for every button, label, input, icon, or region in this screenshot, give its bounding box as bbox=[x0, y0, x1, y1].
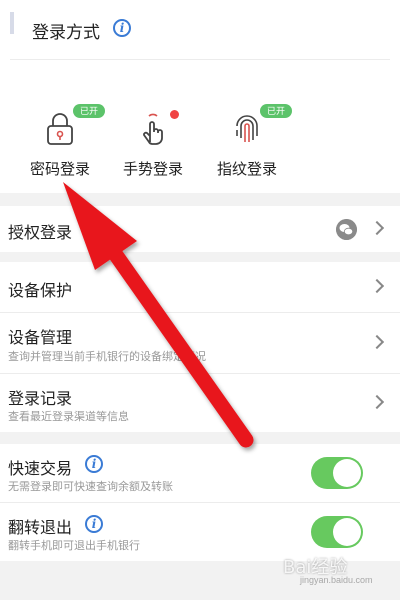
fingerprint-icon bbox=[236, 115, 258, 142]
login-methods-card: 登录方式 i 已开通 密码登录 手势登录 已开通 指纹登录 bbox=[0, 0, 400, 193]
row-subtitle: 查询并管理当前手机银行的设备绑定情况 bbox=[8, 351, 206, 363]
notification-dot bbox=[170, 110, 179, 119]
login-records-row[interactable]: 登录记录 查看最近登录渠道等信息 bbox=[0, 374, 400, 432]
chevron-right-icon bbox=[369, 278, 385, 294]
row-title: 授权登录 bbox=[8, 225, 73, 242]
info-icon[interactable]: i bbox=[113, 19, 131, 37]
section-header: 登录方式 i bbox=[10, 0, 390, 60]
row-title: 快速交易 bbox=[8, 461, 73, 478]
quick-trade-toggle[interactable] bbox=[311, 457, 363, 489]
page-title: 登录方式 bbox=[32, 23, 100, 42]
row-subtitle: 查看最近登录渠道等信息 bbox=[8, 411, 129, 423]
chevron-right-icon bbox=[369, 220, 385, 236]
gesture-icon bbox=[143, 113, 163, 145]
toggle-knob bbox=[333, 459, 361, 487]
gesture-login-option[interactable]: 手势登录 bbox=[108, 104, 198, 184]
row-title: 登录记录 bbox=[8, 391, 73, 408]
quick-trade-row: 快速交易 i 无需登录即可快速查询余额及转账 bbox=[0, 444, 400, 502]
fingerprint-login-option[interactable]: 已开通 指纹登录 bbox=[202, 104, 292, 184]
row-title: 设备管理 bbox=[8, 330, 73, 347]
chevron-right-icon bbox=[369, 394, 385, 410]
enabled-badge: 已开通 bbox=[73, 104, 105, 130]
wechat-icon bbox=[336, 219, 357, 240]
device-management-row[interactable]: 设备管理 查询并管理当前手机银行的设备绑定情况 bbox=[0, 313, 400, 373]
row-title: 翻转退出 bbox=[8, 520, 73, 537]
header-accent-bar bbox=[10, 12, 14, 34]
enabled-badge: 已开通 bbox=[260, 104, 292, 130]
info-icon[interactable]: i bbox=[85, 455, 103, 473]
chevron-right-icon bbox=[369, 334, 385, 350]
method-label: 指纹登录 bbox=[216, 161, 277, 178]
password-login-option[interactable]: 已开通 密码登录 bbox=[15, 104, 105, 184]
toggle-knob bbox=[333, 518, 361, 546]
lock-icon bbox=[47, 113, 73, 145]
method-label: 密码登录 bbox=[29, 161, 90, 178]
method-label: 手势登录 bbox=[122, 161, 183, 178]
device-protection-row[interactable]: 设备保护 bbox=[0, 262, 400, 312]
watermark-url: jingyan.baidu.com bbox=[300, 575, 373, 585]
row-subtitle: 翻转手机即可退出手机银行 bbox=[8, 540, 140, 552]
info-icon[interactable]: i bbox=[85, 515, 103, 533]
row-subtitle: 无需登录即可快速查询余额及转账 bbox=[8, 481, 173, 493]
row-title: 设备保护 bbox=[8, 283, 73, 300]
flip-exit-toggle[interactable] bbox=[311, 516, 363, 548]
